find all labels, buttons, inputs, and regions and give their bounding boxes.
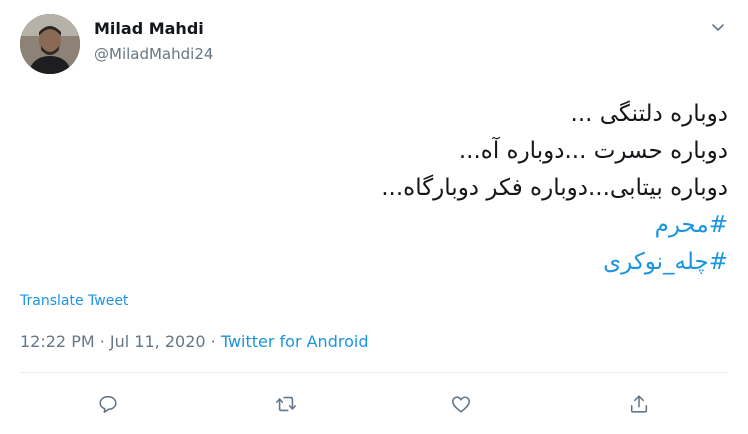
source-link[interactable]: Twitter for Android xyxy=(221,332,369,351)
reply-icon[interactable] xyxy=(94,390,122,418)
hashtag-link[interactable]: #محرم xyxy=(28,207,728,244)
retweet-icon[interactable] xyxy=(272,390,300,418)
meta-separator: · xyxy=(205,332,221,351)
tweet-meta: 12:22 PM · Jul 11, 2020 · Twitter for An… xyxy=(20,332,368,351)
tweet-line: دوباره بیتابی...دوباره فکر دوبارگاه... xyxy=(381,175,728,201)
avatar-image xyxy=(20,14,80,74)
heart-icon[interactable] xyxy=(447,390,475,418)
avatar[interactable] xyxy=(20,14,80,74)
share-icon[interactable] xyxy=(625,390,653,418)
tweet-line: دوباره دلتنگی ... xyxy=(570,101,728,127)
timestamp[interactable]: 12:22 PM · Jul 11, 2020 xyxy=(20,332,206,351)
author-handle[interactable]: @MiladMahdi24 xyxy=(94,45,213,63)
tweet-line: دوباره حسرت ...دوباره آه... xyxy=(458,138,728,164)
hashtag-link[interactable]: #چله_نوکری xyxy=(28,244,728,281)
chevron-down-icon[interactable] xyxy=(707,16,729,38)
tweet-card: Milad Mahdi @MiladMahdi24 دوباره دلتنگی … xyxy=(0,0,748,434)
divider xyxy=(20,372,728,373)
author-name[interactable]: Milad Mahdi xyxy=(94,19,204,38)
tweet-text: دوباره دلتنگی ... دوباره حسرت ...دوباره … xyxy=(28,96,728,281)
translate-tweet-link[interactable]: Translate Tweet xyxy=(20,293,128,309)
